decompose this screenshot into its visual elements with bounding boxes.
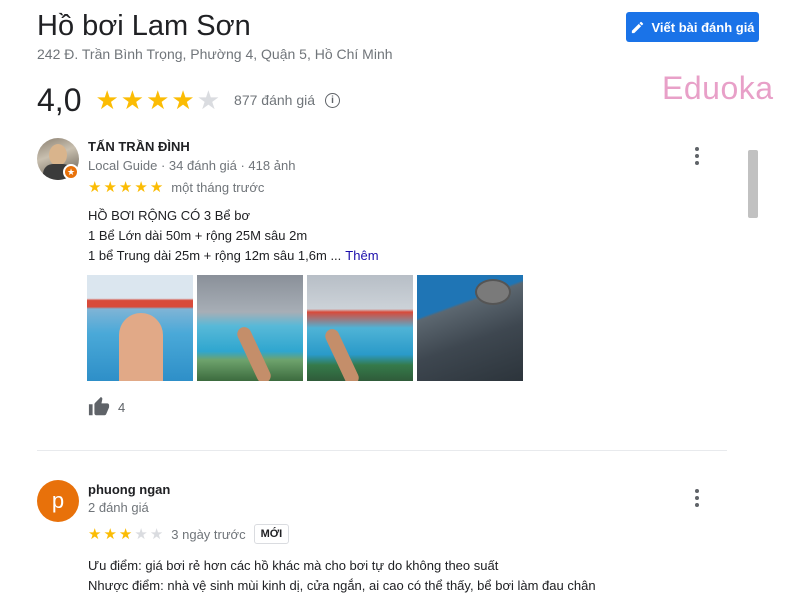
reviewer-name[interactable]: phuong ngan [88,482,170,497]
place-title: Hồ bơi Lam Sơn [37,10,251,42]
place-address: 242 Đ. Trần Bình Trọng, Phường 4, Quận 5… [37,46,393,62]
photo-arm [322,326,362,381]
like-row: 4 [88,396,125,418]
star-icon: ★ [146,85,170,115]
brand-watermark: Eduoka [662,70,774,106]
review-time: một tháng trước [171,180,265,195]
like-count: 4 [118,399,126,415]
more-vert-icon[interactable] [687,488,707,508]
review-text: HỒ BƠI RỘNG CÓ 3 Bể bơ 1 Bể Lớn dài 50m … [88,206,379,266]
review-text-line: Nhược điểm: nhà vệ sinh mùi kinh dị, cửa… [88,578,596,593]
review-stars: ★ ★ ★ ★ ★ [88,527,163,542]
pencil-icon [632,21,644,33]
thumbs-up-icon[interactable] [88,396,110,418]
review-count[interactable]: 877 đánh giá [234,92,315,108]
new-badge: MỚI [253,524,290,544]
more-vert-icon[interactable] [687,146,707,166]
review-text-line-last: 1 bể Trung dài 25m + rộng 12m sâu 1,6m .… [88,246,379,266]
info-icon[interactable]: i [325,92,341,108]
star-icon: ★ [196,85,221,115]
star-icon: ★ [118,525,133,543]
review-text-line: Ưu điểm: giá bơi rẻ hơn các hồ khác mà c… [88,558,499,573]
star-icon: ★ [149,525,164,543]
star-icon: ★ [103,525,117,543]
review-text-line: 1 Bể Lớn dài 50m + rộng 25M sâu 2m [88,228,308,243]
star-icon: ★ [88,179,102,196]
star-icon: ★ [103,179,117,196]
reviewer-name[interactable]: TẤN TRẦN ĐÌNH [88,139,190,154]
review-text-line: 1 bể Trung dài 25m + rộng 12m sâu 1,6m .… [88,248,342,263]
reviewer-meta: Local Guide · 34 đánh giá · 418 ảnh [88,158,296,173]
photo-arm [234,324,274,381]
reviewer-meta: 2 đánh giá [88,500,149,515]
review-stars: ★ ★ ★ ★ ★ [88,180,163,195]
review-text-line: HỒ BƠI RỘNG CÓ 3 Bể bơ [88,208,250,223]
avatar-face [49,144,67,166]
star-icon: ★ [171,85,195,115]
review-rating-row: ★ ★ ★ ★ ★ 3 ngày trước MỚI [88,524,290,544]
review-time: 3 ngày trước [171,526,246,542]
rating-summary: 4,0 ★ ★ ★ ★ ★ 877 đánh giá i [37,80,341,120]
rating-number: 4,0 [37,81,82,118]
star-icon: ★ [95,85,119,115]
write-review-label: Viết bài đánh giá [651,19,755,35]
avatar[interactable]: p [37,480,79,522]
review-rating-row: ★ ★ ★ ★ ★ một tháng trước [88,180,264,195]
review-divider [37,450,727,451]
star-icon: ★ [88,525,102,543]
review-text: Ưu điểm: giá bơi rẻ hơn các hồ khác mà c… [88,556,596,596]
star-icon: ★ [134,179,148,196]
review-photo[interactable] [307,275,413,381]
local-guide-badge-icon: ★ [63,164,79,180]
write-review-button[interactable]: Viết bài đánh giá [626,12,759,42]
star-icon: ★ [149,179,164,196]
review-photo[interactable] [87,275,193,381]
rating-stars: ★ ★ ★ ★ ★ [95,87,220,113]
more-link[interactable]: Thêm [345,248,378,263]
star-icon: ★ [120,85,145,115]
photo-plate [475,279,511,305]
scrollbar[interactable] [748,150,758,218]
photo-person [119,313,163,381]
review-photo[interactable] [197,275,303,381]
star-icon: ★ [134,525,148,543]
review-photos [87,275,523,381]
star-icon: ★ [118,179,133,196]
review-photo[interactable] [417,275,523,381]
